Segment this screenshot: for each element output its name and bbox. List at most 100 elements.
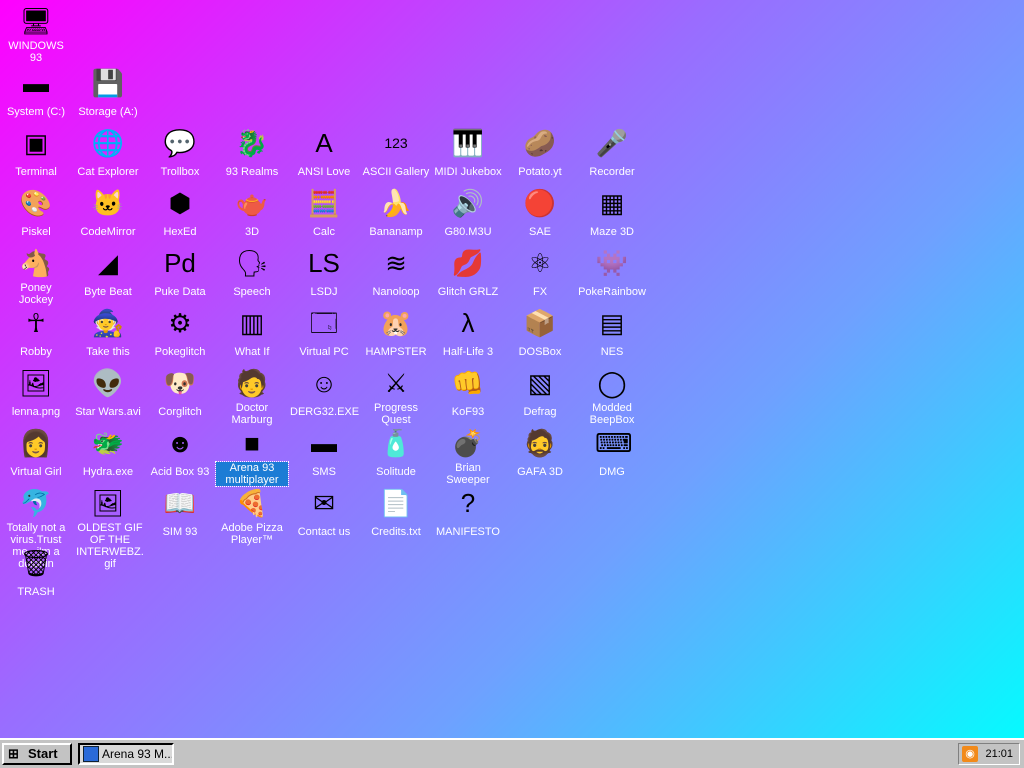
desktop-icon[interactable]: ▦ Maze 3D	[576, 186, 648, 240]
desktop-icon-label: Byte Beat	[84, 286, 132, 298]
desktop-icon[interactable]: ⚔ Progress Quest	[360, 366, 432, 428]
windows-logo-icon: ⊞	[8, 746, 19, 761]
maze-icon: ▦	[599, 188, 625, 218]
desktop-icon[interactable]: ☺ DERG32.EXE	[288, 366, 360, 420]
desktop-icon[interactable]: 💬 Trollbox	[144, 126, 216, 180]
whatif-icon: ▥	[239, 308, 265, 338]
desktop-icon[interactable]: 🗣 Speech	[216, 246, 288, 300]
desktop-icon[interactable]: 🍕 Adobe Pizza Player™	[216, 486, 288, 548]
desktop-icon[interactable]: 🥔 Potato.yt	[504, 126, 576, 180]
desktop-icon[interactable]: 🗑 TRASH	[0, 546, 72, 600]
desktop-icon-label: Star Wars.avi	[75, 406, 141, 418]
desktop-icon[interactable]: ⚙ Pokeglitch	[144, 306, 216, 360]
desktop-icon[interactable]: 🧮 Calc	[288, 186, 360, 240]
derg-icon: ☺	[310, 368, 338, 398]
desktop-icon[interactable]: 👽 Star Wars.avi	[72, 366, 144, 420]
desktop-icon[interactable]: 🐴 Poney Jockey	[0, 246, 72, 308]
desktop-icon-label: Recorder	[589, 166, 635, 178]
desktop-icon-label: Modded BeepBox	[589, 402, 635, 426]
desktop-icon[interactable]: ☻ Acid Box 93	[144, 426, 216, 480]
desktop-icon[interactable]: 🐹 HAMPSTER	[360, 306, 432, 360]
desktop-icon[interactable]: ▣ Terminal	[0, 126, 72, 180]
desktop-icon-label: Robby	[20, 346, 52, 358]
desktop-icon[interactable]: 🖥 WINDOWS 93	[0, 4, 72, 66]
gameboy-icon: ⌨	[595, 428, 633, 458]
yoda-icon: 👽	[91, 368, 125, 398]
desktop-icon[interactable]: 👾 PokeRainbow	[576, 246, 648, 300]
desktop-icon[interactable]: ■ Arena 93 multiplayer	[215, 426, 289, 488]
desktop-icon[interactable]: A ANSI Love	[288, 126, 360, 180]
floppy-icon: 💾	[91, 68, 125, 98]
desktop-icon[interactable]: 📦 DOSBox	[504, 306, 576, 360]
desktop-icon-label: Solitude	[376, 466, 416, 478]
dolphin-icon: 🐬	[19, 488, 53, 518]
desktop-icon[interactable]: 🖼 lenna.png	[0, 366, 72, 420]
pony-icon: 🐴	[19, 248, 53, 278]
ring-icon: ◯	[597, 368, 627, 398]
desktop-icon[interactable]: Pd Puke Data	[144, 246, 216, 300]
desktop-icon[interactable]: λ Half-Life 3	[432, 306, 504, 360]
desktop-icon[interactable]: ☥ Robby	[0, 306, 72, 360]
desktop-icon[interactable]: LS LSDJ	[288, 246, 360, 300]
desktop-icon[interactable]: ≋ Nanoloop	[360, 246, 432, 300]
desktop-icon[interactable]: 🍌 Bananamp	[360, 186, 432, 240]
rss-icon[interactable]: ◉	[962, 746, 978, 762]
desktop-icon[interactable]: ? MANIFESTO	[432, 486, 504, 540]
pokerainbow-icon: 👾	[595, 248, 629, 278]
speech-icon: 🗣	[235, 248, 269, 278]
desktop-icon[interactable]: 🎹 MIDI Jukebox	[432, 126, 504, 180]
desktop-icon[interactable]: 📄 Credits.txt	[360, 486, 432, 540]
fighter-icon: 👊	[451, 368, 485, 398]
desktop-icon[interactable]: ▬ System (C:)	[0, 66, 72, 120]
desktop-icon[interactable]: 🧴 Solitude	[360, 426, 432, 480]
desktop-icon[interactable]: ◢ Byte Beat	[72, 246, 144, 300]
desktop-icon[interactable]: 💋 Glitch GRLZ	[432, 246, 504, 300]
desktop-icon-label: Cat Explorer	[77, 166, 139, 178]
desktop-icon[interactable]: ⚛ FX	[504, 246, 576, 300]
desktop-icon-label: FX	[532, 286, 548, 298]
desktop-icon[interactable]: 🖼 OLDEST GIF OF THE INTERWEBZ.gif	[72, 486, 144, 572]
desktop-icon[interactable]: 🎨 Piskel	[0, 186, 72, 240]
hexagon-icon: ⬢	[168, 188, 192, 218]
desktop-icon-label: CodeMirror	[80, 226, 136, 238]
desktop-icon[interactable]: ▧ Defrag	[504, 366, 576, 420]
desktop-icon[interactable]: 🐱 CodeMirror	[72, 186, 144, 240]
desktop-icon[interactable]: 💣 Brian Sweeper	[432, 426, 504, 488]
desktop-icon[interactable]: 🎤 Recorder	[576, 126, 648, 180]
desktop-icon-label: Hydra.exe	[82, 466, 134, 478]
start-button[interactable]: ⊞ Start	[2, 743, 72, 765]
cube-icon: ■	[244, 428, 260, 458]
taskbar-window-button[interactable]: Arena 93 M...	[78, 743, 174, 765]
desktop-icon[interactable]: ⬢ HexEd	[144, 186, 216, 240]
desktop-icon[interactable]: 📖 SIM 93	[144, 486, 216, 540]
desktop-icon[interactable]: 123 ASCII Gallery	[360, 126, 432, 180]
desktop-icon[interactable]: 🫖 3D	[216, 186, 288, 240]
desktop-icon[interactable]: 🧑 Doctor Marburg	[216, 366, 288, 428]
cat-icon: 🐱	[91, 188, 125, 218]
desktop-icon[interactable]: ▬ SMS	[288, 426, 360, 480]
desktop-icon[interactable]: 🔊 G80.M3U	[432, 186, 504, 240]
desktop-icon[interactable]: ▥ What If	[216, 306, 288, 360]
desktop-icon[interactable]: 💾 Storage (A:)	[72, 66, 144, 120]
desktop-icon-label: SAE	[528, 226, 551, 238]
desktop-icon[interactable]: ▤ NES	[576, 306, 648, 360]
desktop-icon[interactable]: ⌨ DMG	[576, 426, 648, 480]
desktop-icon[interactable]: 🗔 Virtual PC	[288, 306, 360, 360]
desktop-icon[interactable]: 🧔 GAFA 3D	[504, 426, 576, 480]
desktop-icon-label: WINDOWS 93	[8, 40, 64, 64]
desktop-icon[interactable]: 👊 KoF93	[432, 366, 504, 420]
desktop-icon[interactable]: 🌐 Cat Explorer	[72, 126, 144, 180]
desktop-icon[interactable]: ✉ Contact us	[288, 486, 360, 540]
desktop-icon[interactable]: 🔴 SAE	[504, 186, 576, 240]
microphone-icon: 🎤	[595, 128, 629, 158]
girl-icon: 👩	[19, 428, 53, 458]
dragon-icon: 🐉	[235, 128, 269, 158]
desktop-icon[interactable]: ◯ Modded BeepBox	[576, 366, 648, 428]
desktop-icon[interactable]: 🐉 93 Realms	[216, 126, 288, 180]
desktop-icon-label: ASCII Gallery	[362, 166, 430, 178]
desktop-icon[interactable]: 🐲 Hydra.exe	[72, 426, 144, 480]
desktop-icon[interactable]: 👩 Virtual Girl	[0, 426, 72, 480]
desktop-icon[interactable]: 🐶 Corglitch	[144, 366, 216, 420]
desktop-icon[interactable]: 🧙 Take this	[72, 306, 144, 360]
desktop-icon-label: Credits.txt	[371, 526, 421, 538]
